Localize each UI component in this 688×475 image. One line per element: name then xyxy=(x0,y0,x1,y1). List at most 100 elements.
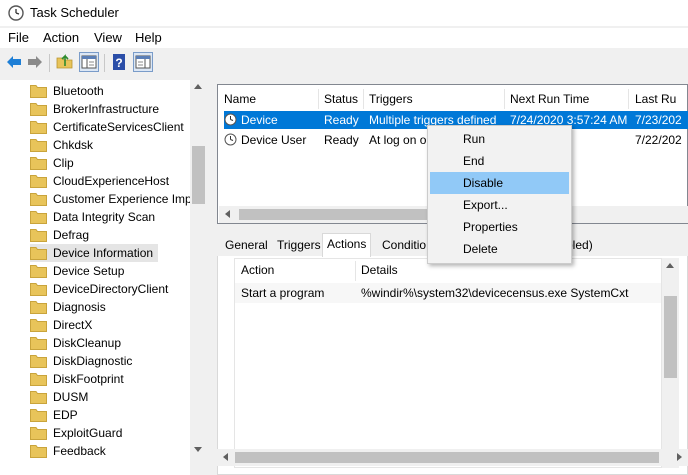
folder-icon xyxy=(30,247,47,260)
menu-item-disable[interactable]: Disable xyxy=(430,172,569,194)
folder-icon xyxy=(30,103,47,116)
actions-table[interactable]: Action Details Start a program %windir%\… xyxy=(234,258,662,468)
scroll-left-arrow-icon[interactable] xyxy=(223,453,228,461)
table-row[interactable]: Start a program %windir%\system32\device… xyxy=(235,283,661,303)
column-header-action[interactable]: Action xyxy=(241,263,274,277)
folder-icon xyxy=(30,139,47,152)
tree-scroll-thumb[interactable] xyxy=(192,146,205,204)
details-scroll-thumb[interactable] xyxy=(235,452,659,463)
tree-item-cloudexperiencehost[interactable]: CloudExperienceHost xyxy=(30,172,206,190)
show-hide-tree-button[interactable] xyxy=(79,52,99,72)
menu-item-properties[interactable]: Properties xyxy=(430,216,569,238)
tree-item-devicedirectoryclient[interactable]: DeviceDirectoryClient xyxy=(30,280,206,298)
tab-triggers[interactable]: Triggers xyxy=(273,235,325,256)
tree-item-diskcleanup[interactable]: DiskCleanup xyxy=(30,334,206,352)
menu-help[interactable]: Help xyxy=(135,30,162,45)
actions-scroll-thumb[interactable] xyxy=(664,296,677,378)
menu-file[interactable]: File xyxy=(8,30,29,45)
tree-item-label: DiskFootprint xyxy=(53,372,124,386)
column-divider xyxy=(628,89,629,109)
tree-item-label: Defrag xyxy=(53,228,90,242)
show-hide-action-pane-button[interactable] xyxy=(133,52,153,72)
tree-item-dusm[interactable]: DUSM xyxy=(30,388,206,406)
menu-item-run[interactable]: Run xyxy=(430,128,569,150)
tree-item-exploitguard[interactable]: ExploitGuard xyxy=(30,424,206,442)
column-header-triggers[interactable]: Triggers xyxy=(369,92,413,106)
scroll-left-arrow-icon[interactable] xyxy=(225,210,230,218)
folder-icon xyxy=(30,157,47,170)
folder-icon xyxy=(30,373,47,386)
console-tree-icon xyxy=(81,55,97,69)
scroll-right-arrow-icon[interactable] xyxy=(677,453,682,461)
column-header-next-run[interactable]: Next Run Time xyxy=(510,92,589,106)
column-header-status[interactable]: Status xyxy=(324,92,358,106)
tab-general[interactable]: General xyxy=(221,235,272,256)
menu-view[interactable]: View xyxy=(94,30,122,45)
folder-icon xyxy=(30,175,47,188)
menu-item-end[interactable]: End xyxy=(430,150,569,172)
column-header-details[interactable]: Details xyxy=(361,263,398,277)
action-type: Start a program xyxy=(241,286,325,300)
column-divider xyxy=(355,261,356,281)
up-folder-button[interactable] xyxy=(55,52,75,72)
task-clock-icon xyxy=(224,133,237,146)
tree-item-clip[interactable]: Clip xyxy=(30,154,206,172)
menu-bar: File Action View Help xyxy=(0,28,688,48)
tree-item-label: DiskDiagnostic xyxy=(53,354,133,368)
tree-item-brokerinfrastructure[interactable]: BrokerInfrastructure xyxy=(30,100,206,118)
tree-item-label: Diagnosis xyxy=(53,300,106,314)
tree-item-label: DirectX xyxy=(53,318,93,332)
forward-button[interactable] xyxy=(25,52,45,72)
tree-item-label: Data Integrity Scan xyxy=(53,210,156,224)
tree-item-diskdiagnostic[interactable]: DiskDiagnostic xyxy=(30,352,206,370)
tree-item-label: Feedback xyxy=(53,444,106,458)
folder-up-icon xyxy=(56,54,73,69)
toolbar-divider xyxy=(104,54,105,72)
tree-vertical-scrollbar[interactable] xyxy=(190,80,207,475)
details-horizontal-scrollbar[interactable] xyxy=(217,449,688,466)
tree-item-data-integrity-scan[interactable]: Data Integrity Scan xyxy=(30,208,206,226)
task-clock-icon xyxy=(224,113,237,126)
tree-item-label: BrokerInfrastructure xyxy=(53,102,160,116)
tree-item-certificateservicesclient[interactable]: CertificateServicesClient xyxy=(30,118,206,136)
menu-item-delete[interactable]: Delete xyxy=(430,238,569,260)
back-arrow-icon xyxy=(7,56,21,68)
folder-icon xyxy=(30,229,47,242)
task-triggers: At log on o xyxy=(369,133,427,147)
context-menu: Run End Disable Export... Properties Del… xyxy=(427,125,572,264)
task-folder-tree[interactable]: Bluetooth BrokerInfrastructure Certificate… xyxy=(0,80,207,475)
menu-action[interactable]: Action xyxy=(43,30,79,45)
forward-arrow-icon xyxy=(28,56,42,68)
folder-icon xyxy=(30,193,47,206)
scroll-up-arrow-icon[interactable] xyxy=(194,84,202,89)
tree-item-chkdsk[interactable]: Chkdsk xyxy=(30,136,206,154)
tree-item-label: DUSM xyxy=(53,390,89,404)
folder-icon xyxy=(30,121,47,134)
menu-item-label: End xyxy=(463,154,485,168)
tree-item-device-information[interactable]: Device Information xyxy=(30,244,158,262)
tab-conditions[interactable]: Conditio xyxy=(378,235,430,256)
tree-item-feedback[interactable]: Feedback xyxy=(30,442,206,460)
tree-item-label: EDP xyxy=(53,408,78,422)
tree-item-device-setup[interactable]: Device Setup xyxy=(30,262,206,280)
scroll-down-arrow-icon[interactable] xyxy=(194,447,202,452)
back-button[interactable] xyxy=(4,52,24,72)
tree-item-label: Bluetooth xyxy=(53,84,104,98)
tree-item-directx[interactable]: DirectX xyxy=(30,316,206,334)
help-button[interactable]: ? xyxy=(109,52,129,72)
scroll-up-arrow-icon[interactable] xyxy=(666,263,674,268)
column-header-last-run[interactable]: Last Ru xyxy=(635,92,676,106)
tree-item-defrag[interactable]: Defrag xyxy=(30,226,206,244)
menu-item-export[interactable]: Export... xyxy=(430,194,569,216)
window-title: Task Scheduler xyxy=(30,5,119,20)
tree-item-diskfootprint[interactable]: DiskFootprint xyxy=(30,370,206,388)
tab-actions[interactable]: Actions xyxy=(322,233,372,257)
menu-item-label: Disable xyxy=(463,176,504,190)
toolbar-divider xyxy=(49,54,50,72)
tree-item-diagnosis[interactable]: Diagnosis xyxy=(30,298,206,316)
action-details: %windir%\system32\devicecensus.exe Syste… xyxy=(361,286,629,300)
tree-item-customer-experience-imp[interactable]: Customer Experience Imp xyxy=(30,190,206,208)
tree-item-bluetooth[interactable]: Bluetooth xyxy=(30,82,206,100)
tree-item-edp[interactable]: EDP xyxy=(30,406,206,424)
column-header-name[interactable]: Name xyxy=(224,92,256,106)
